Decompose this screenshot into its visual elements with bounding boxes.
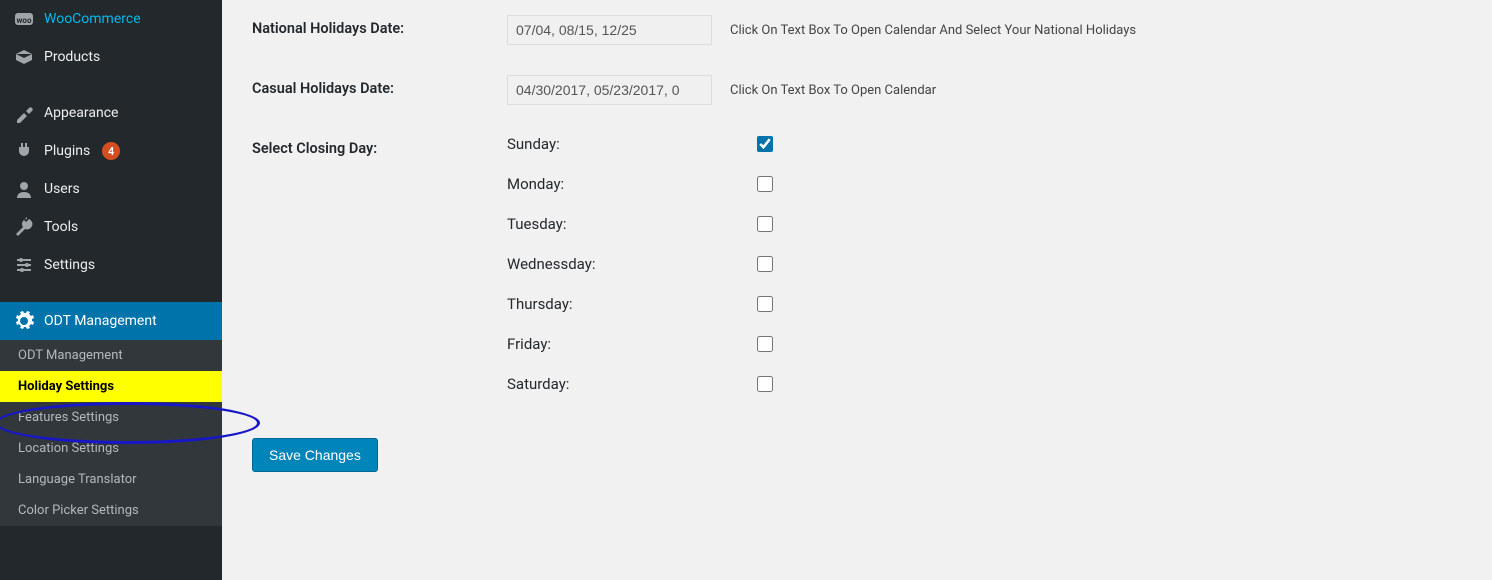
users-icon bbox=[14, 179, 34, 199]
sidebar-label: Plugins bbox=[44, 143, 90, 159]
woocommerce-icon: woo bbox=[14, 9, 34, 29]
sidebar-label: Tools bbox=[44, 219, 78, 235]
gear-icon bbox=[14, 311, 34, 331]
closing-day-checkbox-1[interactable] bbox=[757, 176, 773, 192]
sidebar-item-settings[interactable]: Settings bbox=[0, 246, 222, 284]
national-holidays-hint: Click On Text Box To Open Calendar And S… bbox=[730, 23, 1136, 38]
closing-day-label-3: Wednessday: bbox=[507, 255, 757, 273]
sidebar-item-woocommerce[interactable]: woo WooCommerce bbox=[0, 0, 222, 38]
plugins-icon bbox=[14, 141, 34, 161]
national-holidays-input[interactable] bbox=[507, 15, 712, 45]
closing-day-checkbox-5[interactable] bbox=[757, 336, 773, 352]
products-icon bbox=[14, 47, 34, 67]
sidebar-item-users[interactable]: Users bbox=[0, 170, 222, 208]
closing-day-checkbox-3[interactable] bbox=[757, 256, 773, 272]
casual-holidays-hint: Click On Text Box To Open Calendar bbox=[730, 83, 936, 98]
appearance-icon bbox=[14, 103, 34, 123]
sidebar-label: Appearance bbox=[44, 105, 118, 121]
national-holidays-label: National Holidays Date: bbox=[252, 0, 497, 60]
sidebar-label: WooCommerce bbox=[44, 11, 141, 27]
closing-day-checkbox-6[interactable] bbox=[757, 376, 773, 392]
submenu-item-odt-management[interactable]: ODT Management bbox=[0, 340, 222, 371]
submenu-item-color-picker-settings[interactable]: Color Picker Settings bbox=[0, 495, 222, 526]
sidebar-label: Products bbox=[44, 49, 100, 65]
admin-sidebar: woo WooCommerce Products Appearance Plug… bbox=[0, 0, 222, 580]
closing-day-checkbox-4[interactable] bbox=[757, 296, 773, 312]
sidebar-label: ODT Management bbox=[44, 313, 157, 329]
closing-day-label-6: Saturday: bbox=[507, 375, 757, 393]
svg-text:woo: woo bbox=[17, 16, 32, 25]
tools-icon bbox=[14, 217, 34, 237]
submenu-item-language-translator[interactable]: Language Translator bbox=[0, 464, 222, 495]
casual-holidays-label: Casual Holidays Date: bbox=[252, 60, 497, 120]
submenu-item-location-settings[interactable]: Location Settings bbox=[0, 433, 222, 464]
sidebar-item-odt-management[interactable]: ODT Management bbox=[0, 302, 222, 340]
closing-day-label-2: Tuesday: bbox=[507, 215, 757, 233]
save-button[interactable]: Save Changes bbox=[252, 438, 378, 472]
closing-day-label-1: Monday: bbox=[507, 175, 757, 193]
submenu: ODT Management Holiday Settings Features… bbox=[0, 340, 222, 526]
sidebar-item-appearance[interactable]: Appearance bbox=[0, 94, 222, 132]
closing-day-checkbox-2[interactable] bbox=[757, 216, 773, 232]
closing-day-label: Select Closing Day: bbox=[252, 120, 497, 408]
closing-day-label-5: Friday: bbox=[507, 335, 757, 353]
sidebar-item-products[interactable]: Products bbox=[0, 38, 222, 76]
sidebar-label: Users bbox=[44, 181, 80, 197]
plugins-badge: 4 bbox=[102, 142, 120, 160]
settings-icon bbox=[14, 255, 34, 275]
submenu-item-holiday-settings[interactable]: Holiday Settings bbox=[0, 371, 222, 402]
sidebar-label: Settings bbox=[44, 257, 95, 273]
closing-day-label-0: Sunday: bbox=[507, 135, 757, 153]
sidebar-item-plugins[interactable]: Plugins 4 bbox=[0, 132, 222, 170]
closing-day-checkbox-0[interactable] bbox=[757, 136, 773, 152]
closing-day-label-4: Thursday: bbox=[507, 295, 757, 313]
main-content: National Holidays Date: Click On Text Bo… bbox=[222, 0, 1492, 580]
sidebar-item-tools[interactable]: Tools bbox=[0, 208, 222, 246]
submenu-item-features-settings[interactable]: Features Settings bbox=[0, 402, 222, 433]
casual-holidays-input[interactable] bbox=[507, 75, 712, 105]
